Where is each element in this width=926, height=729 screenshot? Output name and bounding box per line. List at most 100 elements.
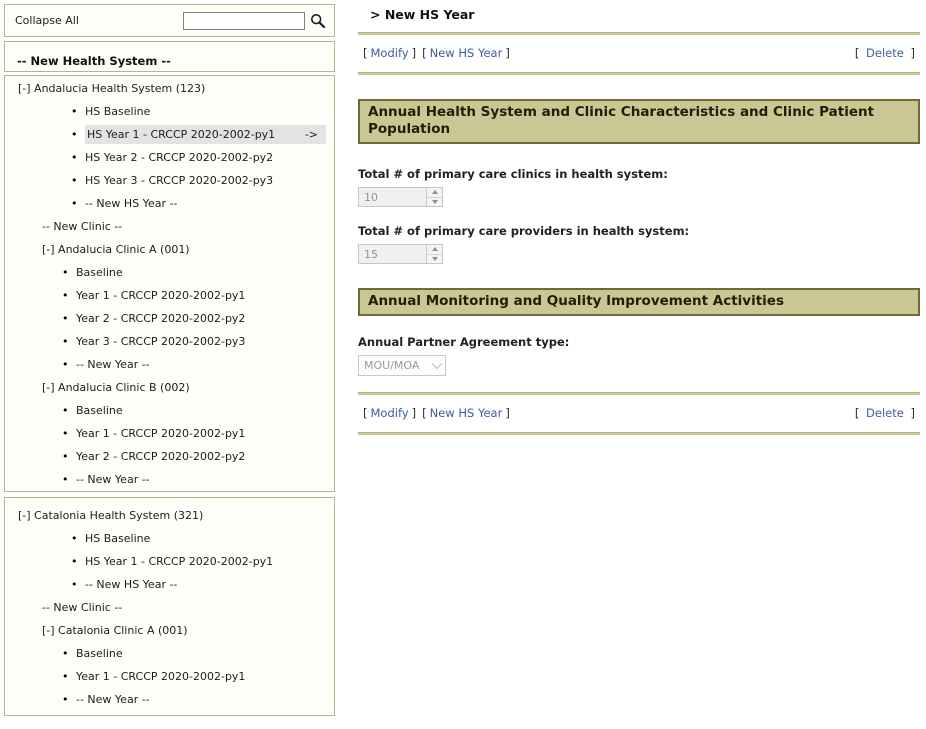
bullet-icon: • bbox=[62, 693, 69, 706]
tree-item[interactable]: • Year 3 - CRCCP 2020-2002-py3 bbox=[5, 330, 334, 353]
bracket: [ bbox=[363, 406, 368, 420]
bracket: ] bbox=[411, 46, 417, 60]
tree-node-toggle[interactable]: [-] Andalucia Clinic B (002) bbox=[5, 376, 334, 399]
bottom-action-row: [ Modify ] [ New HS Year ] [ Delete ] bbox=[358, 395, 920, 432]
bullet-icon: • bbox=[71, 197, 78, 210]
bullet-icon: • bbox=[62, 427, 69, 440]
tree-item[interactable]: • Baseline bbox=[5, 261, 334, 284]
tree-item-new-year[interactable]: • -- New Year -- bbox=[5, 688, 334, 711]
bullet-icon: • bbox=[71, 555, 78, 568]
catalonia-tree: [-] Catalonia Health System (321) • HS Ba… bbox=[4, 497, 335, 716]
bullet-icon: • bbox=[71, 578, 78, 591]
bullet-icon: • bbox=[71, 151, 78, 164]
bullet-icon: • bbox=[62, 670, 69, 683]
tree-item[interactable]: • HS Baseline bbox=[5, 100, 334, 123]
bullet-icon: • bbox=[62, 473, 69, 486]
bullet-icon: • bbox=[62, 404, 69, 417]
bullet-icon: • bbox=[62, 647, 69, 660]
bullet-icon: • bbox=[62, 266, 69, 279]
spinner bbox=[426, 188, 442, 206]
bullet-icon: • bbox=[71, 105, 78, 118]
bracket: ] bbox=[910, 46, 916, 60]
bracket: ] bbox=[505, 46, 510, 60]
tree-item-new-hs-year[interactable]: • -- New HS Year -- bbox=[5, 573, 334, 596]
spinner bbox=[426, 245, 442, 263]
tree-item[interactable]: • Year 1 - CRCCP 2020-2002-py1 bbox=[5, 665, 334, 688]
spinner-up-icon bbox=[427, 188, 442, 198]
section-heading-monitoring: Annual Monitoring and Quality Improvemen… bbox=[358, 288, 920, 316]
tree-node-toggle[interactable]: [-] Andalucia Health System (123) bbox=[5, 77, 334, 100]
tree-item[interactable]: • Year 2 - CRCCP 2020-2002-py2 bbox=[5, 307, 334, 330]
bullet-icon: • bbox=[62, 289, 69, 302]
agreement-type-label: Annual Partner Agreement type: bbox=[358, 335, 570, 349]
tree-item-new-hs-year[interactable]: • -- New HS Year -- bbox=[5, 192, 334, 215]
bracket: ] bbox=[910, 406, 916, 420]
page-title: > New HS Year bbox=[370, 7, 475, 22]
tree-item-new-year[interactable]: • -- New Year -- bbox=[5, 353, 334, 376]
spinner-down-icon bbox=[427, 255, 442, 264]
chevron-down-icon bbox=[431, 359, 442, 370]
tree-node-toggle[interactable]: [-] Catalonia Health System (321) bbox=[5, 504, 334, 527]
divider bbox=[358, 432, 920, 435]
providers-count-value: 15 bbox=[364, 247, 378, 261]
bracket: [ bbox=[422, 406, 427, 420]
search-icon[interactable] bbox=[310, 13, 326, 29]
bullet-icon: • bbox=[62, 450, 69, 463]
new-health-system-box: -- New Health System -- bbox=[4, 41, 335, 72]
tree-node-toggle[interactable]: [-] Catalonia Clinic A (001) bbox=[5, 619, 334, 642]
top-action-row: [ Modify ] [ New HS Year ] [ Delete ] bbox=[358, 35, 920, 72]
spinner-down-icon bbox=[427, 198, 442, 207]
selected-row-highlight: HS Year 1 - CRCCP 2020-2002-py1 -> bbox=[85, 125, 326, 144]
providers-count-stepper[interactable]: 15 bbox=[358, 244, 443, 264]
bullet-icon: • bbox=[71, 174, 78, 187]
bracket: [ bbox=[363, 46, 368, 60]
delete-link[interactable]: Delete bbox=[866, 406, 904, 420]
bullet-icon: • bbox=[62, 358, 69, 371]
tree-item-new-clinic[interactable]: -- New Clinic -- bbox=[5, 215, 334, 238]
search-input[interactable] bbox=[183, 11, 305, 30]
tree-item[interactable]: • Year 2 - CRCCP 2020-2002-py2 bbox=[5, 445, 334, 468]
collapse-all-button[interactable]: Collapse All bbox=[15, 14, 79, 27]
tree-item[interactable]: • Year 1 - CRCCP 2020-2002-py1 bbox=[5, 422, 334, 445]
bullet-icon: • bbox=[62, 312, 69, 325]
delete-link[interactable]: Delete bbox=[866, 46, 904, 60]
new-health-system-action[interactable]: -- New Health System -- bbox=[17, 54, 171, 68]
providers-count-label: Total # of primary care providers in hea… bbox=[358, 224, 690, 238]
current-item-arrow: -> bbox=[304, 128, 318, 141]
clinics-count-value: 10 bbox=[364, 190, 378, 204]
agreement-type-select[interactable]: MOU/MOA bbox=[358, 355, 446, 376]
bracket: [ bbox=[422, 46, 427, 60]
modify-link[interactable]: Modify bbox=[371, 406, 409, 420]
clinics-count-label: Total # of primary care clinics in healt… bbox=[358, 167, 668, 181]
section-heading-characteristics: Annual Health System and Clinic Characte… bbox=[358, 99, 920, 144]
agreement-type-value: MOU/MOA bbox=[364, 359, 420, 372]
bullet-icon: • bbox=[62, 335, 69, 348]
bracket: [ bbox=[854, 46, 860, 60]
detail-pane: > New HS Year [ Modify ] [ New HS Year ]… bbox=[358, 0, 920, 435]
bullet-icon: • bbox=[71, 128, 78, 141]
modify-link[interactable]: Modify bbox=[371, 46, 409, 60]
tree-toolbar: Collapse All bbox=[4, 4, 335, 37]
tree-item[interactable]: • Year 1 - CRCCP 2020-2002-py1 bbox=[5, 284, 334, 307]
tree-item[interactable]: • HS Year 2 - CRCCP 2020-2002-py2 bbox=[5, 146, 334, 169]
tree-search bbox=[183, 11, 326, 30]
new-hs-year-link[interactable]: New HS Year bbox=[430, 46, 503, 60]
tree-item[interactable]: • HS Year 3 - CRCCP 2020-2002-py3 bbox=[5, 169, 334, 192]
divider bbox=[358, 72, 920, 75]
tree-item-new-year[interactable]: • -- New Year -- bbox=[5, 468, 334, 491]
bracket: ] bbox=[411, 406, 417, 420]
bracket: ] bbox=[505, 406, 510, 420]
tree-item[interactable]: • HS Year 1 - CRCCP 2020-2002-py1 bbox=[5, 550, 334, 573]
clinics-count-stepper[interactable]: 10 bbox=[358, 187, 443, 207]
tree-item[interactable]: • Baseline bbox=[5, 399, 334, 422]
tree-node-toggle[interactable]: [-] Andalucia Clinic A (001) bbox=[5, 238, 334, 261]
andalucia-tree: [-] Andalucia Health System (123) • HS Ba… bbox=[4, 75, 335, 492]
tree-item-selected[interactable]: • HS Year 1 - CRCCP 2020-2002-py1 -> bbox=[5, 123, 334, 146]
tree-item[interactable]: • HS Baseline bbox=[5, 527, 334, 550]
spinner-up-icon bbox=[427, 245, 442, 255]
tree-item[interactable]: • Baseline bbox=[5, 642, 334, 665]
bracket: [ bbox=[854, 406, 860, 420]
new-hs-year-link[interactable]: New HS Year bbox=[430, 406, 503, 420]
bullet-icon: • bbox=[71, 532, 78, 545]
tree-item-new-clinic[interactable]: -- New Clinic -- bbox=[5, 596, 334, 619]
